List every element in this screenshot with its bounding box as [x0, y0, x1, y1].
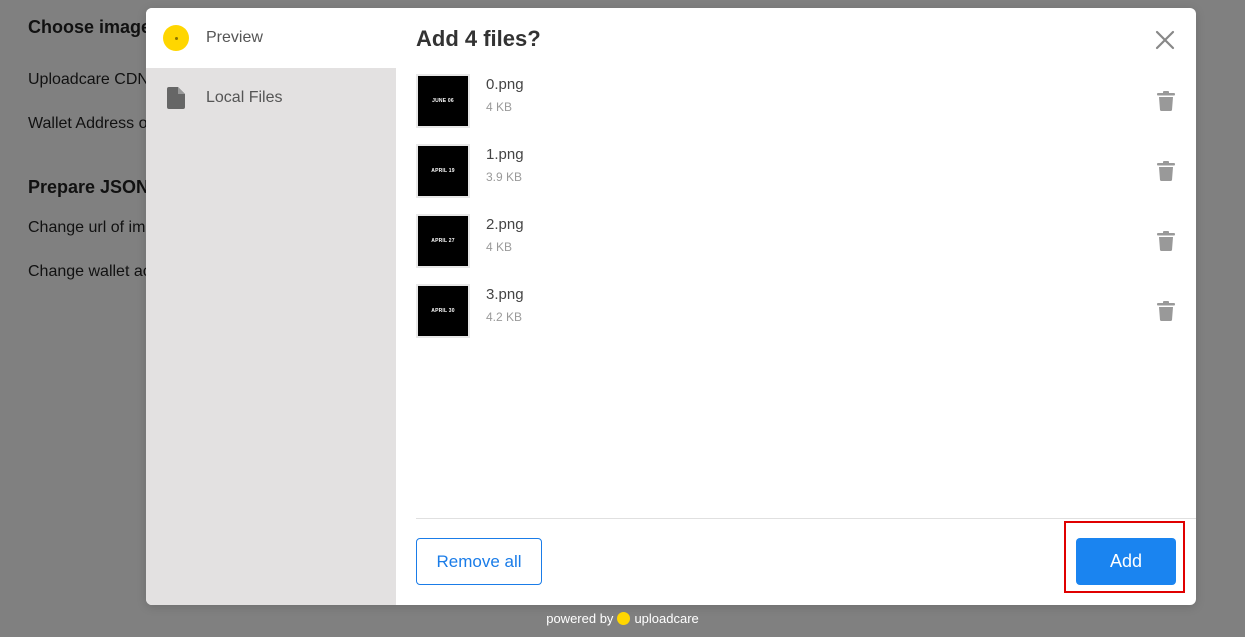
bg-line-change-wallet: Change wallet ac	[28, 263, 151, 280]
remove-all-button[interactable]: Remove all	[416, 538, 542, 585]
bg-line-uploadcare-cdn: Uploadcare CDN	[28, 71, 149, 88]
dialog-sidebar: Preview Local Files	[146, 8, 396, 605]
file-thumbnail: JUNE 06	[416, 74, 470, 128]
add-button[interactable]: Add	[1076, 538, 1176, 585]
file-size: 4.2 KB	[486, 310, 523, 324]
sidebar-item-preview[interactable]: Preview	[146, 8, 396, 68]
close-icon[interactable]	[1153, 28, 1177, 52]
file-row: JUNE 06 0.png 4 KB	[416, 74, 1176, 132]
footer-divider	[416, 518, 1196, 519]
trash-icon[interactable]	[1157, 91, 1175, 112]
dialog-main: Add 4 files? JUNE 06 0.png 4 KB APRIL 19…	[396, 8, 1196, 605]
thumbnail-text: APRIL 27	[431, 238, 455, 244]
powered-by[interactable]: powered by uploadcare	[0, 611, 1245, 626]
bg-heading-choose-image: Choose image	[28, 17, 152, 37]
file-icon	[146, 87, 206, 109]
file-thumbnail: APRIL 30	[416, 284, 470, 338]
trash-icon[interactable]	[1157, 161, 1175, 182]
file-name: 3.png	[486, 286, 524, 303]
powered-by-prefix: powered by	[546, 611, 614, 626]
thumbnail-text: APRIL 19	[431, 168, 455, 174]
thumbnail-text: APRIL 30	[431, 308, 455, 314]
bg-line-wallet-address: Wallet Address o	[28, 115, 148, 132]
upload-dialog: Preview Local Files Add 4 files? JUNE 06	[146, 8, 1196, 605]
sidebar-item-label: Preview	[206, 29, 263, 46]
file-size: 4 KB	[486, 100, 513, 114]
file-name: 2.png	[486, 216, 524, 233]
dialog-title: Add 4 files?	[416, 26, 541, 51]
file-size: 3.9 KB	[486, 170, 523, 184]
preview-dot-icon	[146, 25, 206, 51]
thumbnail-text: JUNE 06	[432, 98, 454, 104]
file-thumbnail: APRIL 27	[416, 214, 470, 268]
file-name: 1.png	[486, 146, 524, 163]
file-row: APRIL 30 3.png 4.2 KB	[416, 284, 1176, 342]
file-thumbnail: APRIL 19	[416, 144, 470, 198]
trash-icon[interactable]	[1157, 301, 1175, 322]
file-name: 0.png	[486, 76, 524, 93]
file-row: APRIL 27 2.png 4 KB	[416, 214, 1176, 272]
file-row: APRIL 19 1.png 3.9 KB	[416, 144, 1176, 202]
uploadcare-logo-icon	[617, 612, 631, 625]
sidebar-item-local-files[interactable]: Local Files	[146, 68, 396, 128]
bg-heading-prepare-json: Prepare JSON	[28, 177, 150, 197]
sidebar-item-label: Local Files	[206, 89, 283, 106]
powered-by-brand: uploadcare	[634, 611, 699, 626]
bg-line-change-url: Change url of im	[28, 219, 146, 236]
file-size: 4 KB	[486, 240, 513, 254]
trash-icon[interactable]	[1157, 231, 1175, 252]
